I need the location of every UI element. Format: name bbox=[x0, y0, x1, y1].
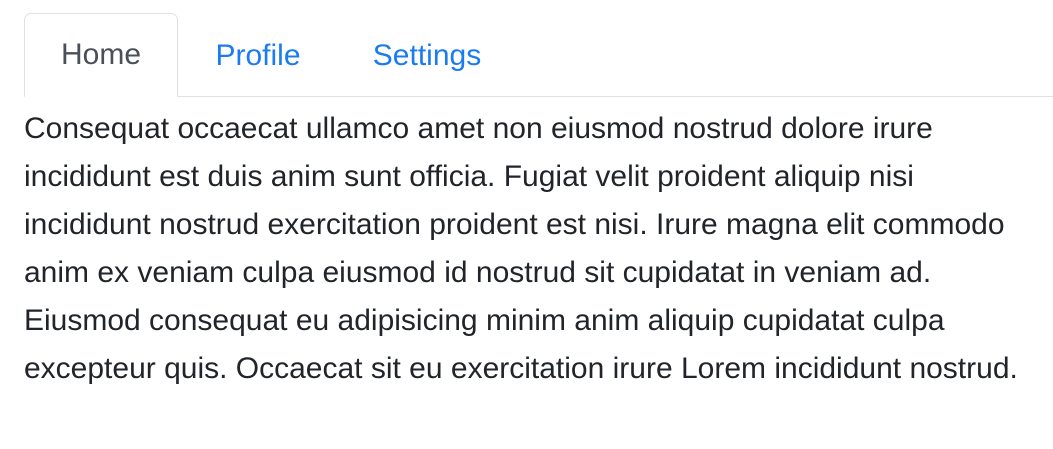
tab-container: Home Profile Settings Consequat occaecat… bbox=[24, 13, 1053, 393]
tab-home-label: Home bbox=[60, 38, 142, 71]
tab-content-text: Consequat occaecat ullamco amet non eius… bbox=[24, 112, 1018, 385]
tab-content-panel: Consequat occaecat ullamco amet non eius… bbox=[24, 105, 1044, 393]
tab-profile[interactable]: Profile bbox=[178, 14, 338, 97]
tab-settings[interactable]: Settings bbox=[338, 14, 516, 97]
tab-nav: Home Profile Settings bbox=[24, 13, 1053, 97]
tab-settings-label: Settings bbox=[372, 38, 482, 72]
tab-profile-label: Profile bbox=[215, 38, 301, 72]
tab-home[interactable]: Home bbox=[24, 13, 178, 97]
